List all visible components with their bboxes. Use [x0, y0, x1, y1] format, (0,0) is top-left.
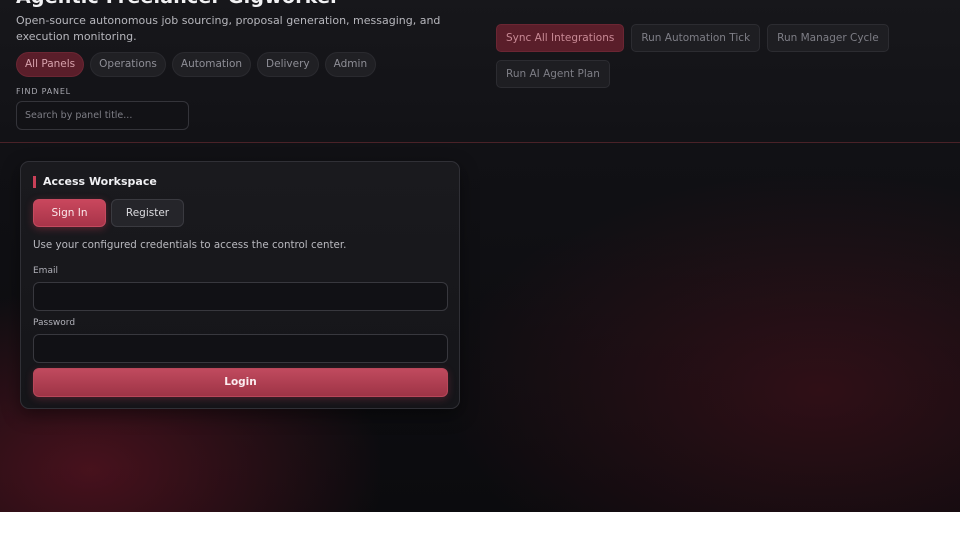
password-label: Password — [33, 318, 76, 328]
sync-all-integrations-button[interactable]: Sync All Integrations — [496, 24, 625, 52]
tab-automation[interactable]: Automation — [171, 52, 252, 77]
find-panel-label: FIND PANEL — [16, 87, 71, 96]
tab-admin[interactable]: Admin — [324, 52, 377, 77]
email-label: Email — [33, 266, 58, 276]
app-title: Agentic Freelancer Gigworker — [16, 0, 340, 8]
tab-delivery[interactable]: Delivery — [257, 52, 319, 77]
app-root: Agentic Freelancer Gigworker Open-source… — [0, 0, 960, 512]
run-ai-agent-plan-button[interactable]: Run AI Agent Plan — [496, 60, 610, 88]
tab-all-panels[interactable]: All Panels — [16, 52, 85, 77]
run-manager-cycle-button[interactable]: Run Manager Cycle — [767, 24, 889, 52]
auth-mode-switch: Sign In Register — [33, 199, 184, 227]
page-header: Agentic Freelancer Gigworker Open-source… — [0, 0, 960, 143]
panel-filter-tabs: All Panels Operations Automation Deliver… — [16, 52, 377, 77]
tab-operations[interactable]: Operations — [90, 52, 166, 77]
login-button[interactable]: Login — [33, 368, 448, 397]
sign-in-button[interactable]: Sign In — [33, 199, 106, 227]
card-title: Access Workspace — [33, 176, 157, 188]
header-actions: Sync All Integrations Run Automation Tic… — [496, 24, 896, 88]
run-automation-tick-button[interactable]: Run Automation Tick — [631, 24, 761, 52]
access-workspace-card: Access Workspace Sign In Register Use yo… — [20, 161, 460, 409]
auth-description: Use your configured credentials to acces… — [33, 239, 347, 251]
panel-search-input[interactable] — [16, 101, 189, 130]
password-field[interactable] — [33, 334, 448, 363]
email-field[interactable] — [33, 282, 448, 311]
register-button[interactable]: Register — [111, 199, 184, 227]
app-subtitle: Open-source autonomous job sourcing, pro… — [16, 14, 441, 43]
